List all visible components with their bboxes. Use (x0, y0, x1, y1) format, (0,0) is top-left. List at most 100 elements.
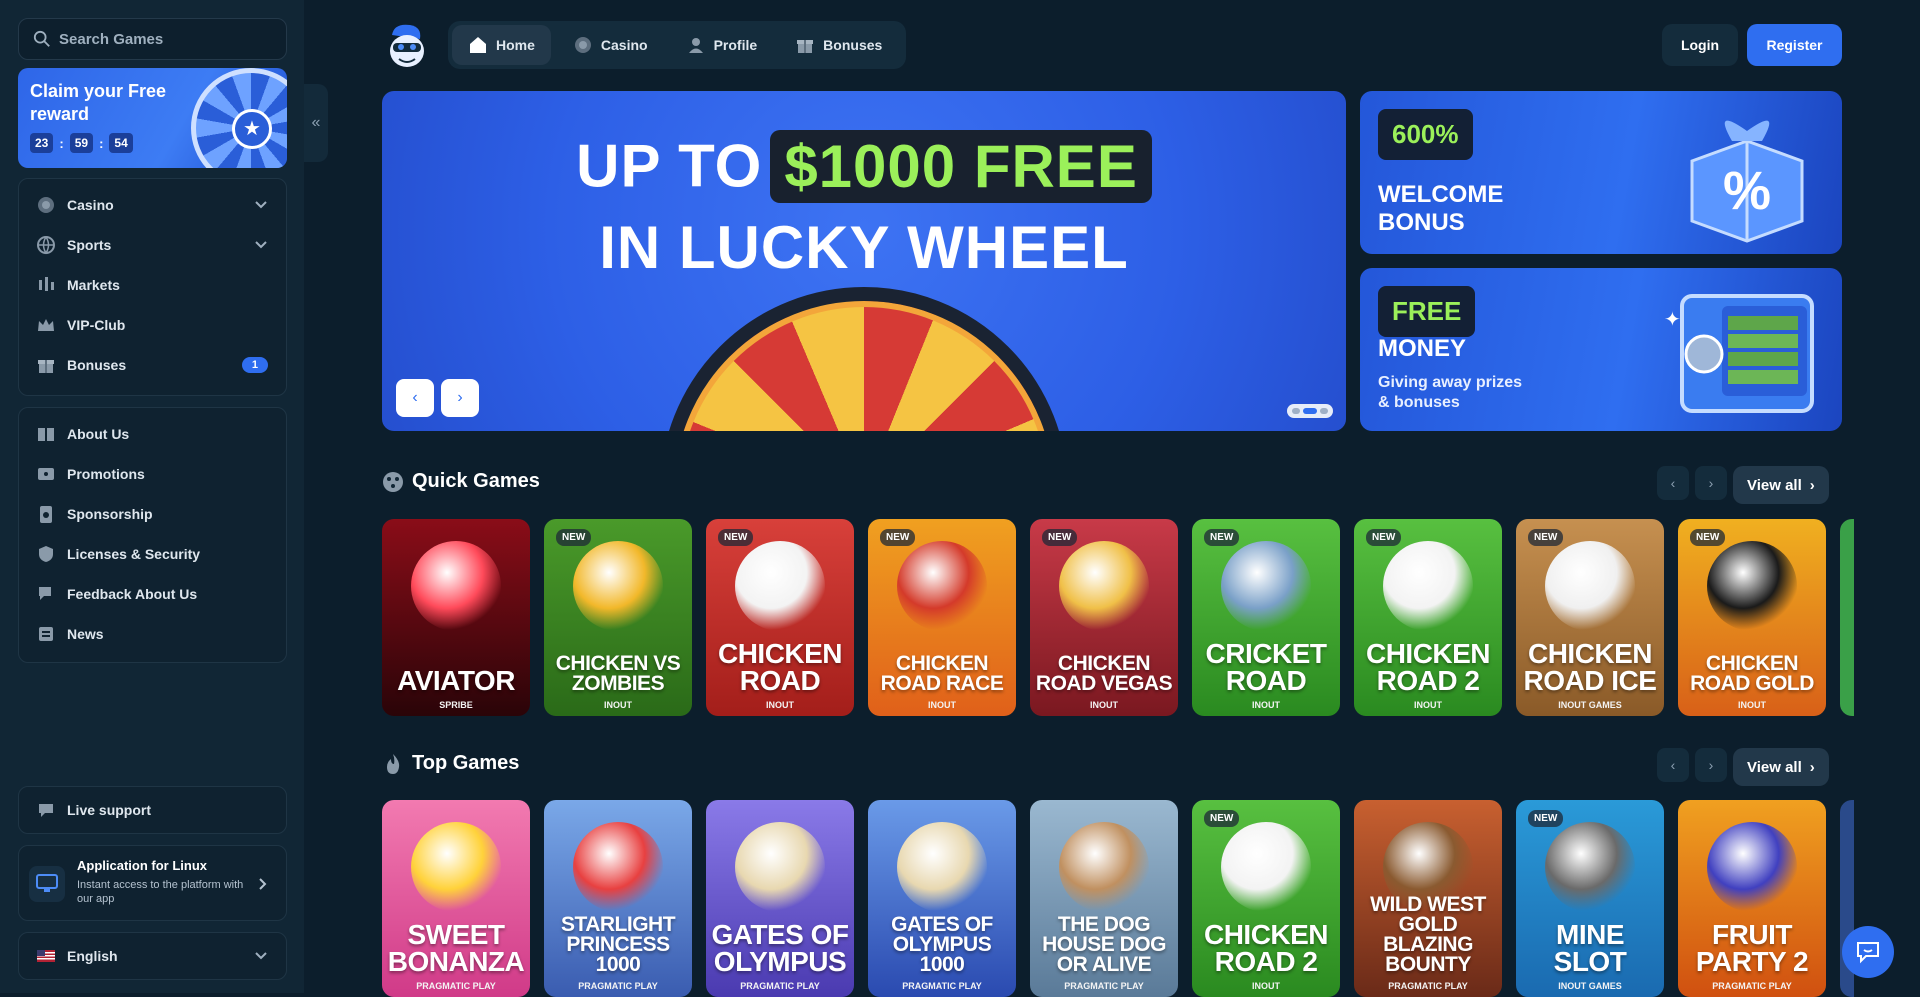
game-card[interactable]: NEW CRICKET ROAD INOUT (1192, 519, 1340, 716)
game-card[interactable]: WILD WEST GOLD BLAZING BOUNTY PRAGMATIC P… (1354, 800, 1502, 997)
sidebar-item-licenses-security[interactable]: Licenses & Security (19, 534, 286, 574)
globe-icon (35, 234, 57, 256)
carousel-dots[interactable] (1287, 404, 1333, 418)
feedback-icon (35, 583, 57, 605)
game-card-peek[interactable] (1840, 519, 1854, 716)
game-card[interactable]: NEW CHICKEN ROAD 2 INOUT (1354, 519, 1502, 716)
quick-games-header: Quick Games (382, 470, 540, 493)
game-provider: INOUT (1090, 700, 1118, 710)
game-card[interactable]: STARLIGHT PRINCESS 1000 PRAGMATIC PLAY (544, 800, 692, 997)
quick-games-next-button[interactable]: › (1695, 466, 1727, 500)
top-games-view-all-button[interactable]: View all › (1733, 748, 1829, 786)
quick-games-view-all-button[interactable]: View all › (1733, 466, 1829, 504)
search-box[interactable] (18, 18, 287, 60)
promo-free-money[interactable]: FREE MONEY Giving away prizes & bonuses … (1360, 268, 1842, 431)
hero-carousel[interactable]: UP TO $1000 FREE IN LUCKY WHEEL (382, 91, 1346, 431)
new-badge: NEW (1690, 529, 1726, 546)
candlestick-icon (35, 274, 57, 296)
game-card[interactable]: NEW CHICKEN ROAD 2 INOUT (1192, 800, 1340, 997)
game-title: CHICKEN ROAD VEGAS (1035, 652, 1173, 695)
game-card[interactable]: NEW MINE SLOT INOUT GAMES (1516, 800, 1664, 997)
hero-next-button[interactable]: › (441, 379, 479, 417)
shield-icon (35, 543, 57, 565)
hero-line1a: UP TO (576, 132, 763, 200)
game-card[interactable]: NEW CHICKEN ROAD GOLD INOUT (1678, 519, 1826, 716)
game-artwork (411, 822, 501, 912)
timer-seconds: 54 (109, 133, 133, 153)
game-provider: PRAGMATIC PLAY (1388, 981, 1468, 991)
sidebar-item-casino[interactable]: Casino (19, 185, 286, 225)
new-badge: NEW (1528, 529, 1564, 546)
promo-tag: FREE (1378, 286, 1476, 337)
game-title: CHICKEN ROAD 2 (1203, 919, 1329, 977)
sidebar-item-about-us[interactable]: About Us (19, 414, 286, 454)
timer-hours: 23 (30, 133, 54, 153)
sidebar-item-label: Sports (67, 237, 112, 253)
top-games-prev-button[interactable]: ‹ (1657, 748, 1689, 782)
game-title: SWEET BONANZA (387, 919, 525, 977)
game-card[interactable]: NEW CHICKEN ROAD RACE INOUT (868, 519, 1016, 716)
game-card[interactable]: NEW CHICKEN ROAD ICE INOUT GAMES (1516, 519, 1664, 716)
ticket-icon (35, 463, 57, 485)
game-card[interactable]: SWEET BONANZA PRAGMATIC PLAY (382, 800, 530, 997)
user-icon (686, 35, 706, 55)
sidebar-item-feedback[interactable]: Feedback About Us (19, 574, 286, 614)
linux-app-banner[interactable]: Application for Linux Instant access to … (18, 845, 287, 921)
gift-box-percent-icon: % (1690, 120, 1804, 243)
top-games-header: Top Games (382, 752, 519, 775)
sidebar-item-promotions[interactable]: Promotions (19, 454, 286, 494)
game-artwork (1707, 541, 1797, 631)
promo-headline: MONEY (1378, 335, 1467, 362)
search-input[interactable] (59, 30, 279, 48)
login-button[interactable]: Login (1662, 24, 1738, 66)
hero-amount: $1000 FREE (770, 129, 1152, 203)
sidebar-item-sports[interactable]: Sports (19, 225, 286, 265)
sidebar-item-news[interactable]: News (19, 614, 286, 654)
gift-icon (35, 354, 57, 376)
tab-casino[interactable]: Casino (557, 25, 664, 65)
site-logo[interactable] (384, 21, 430, 69)
game-card[interactable]: AVIATOR SPRIBE (382, 519, 530, 716)
svg-text:%: % (1723, 161, 1771, 221)
collapse-sidebar-button[interactable]: « (304, 84, 328, 162)
game-artwork (1545, 822, 1635, 912)
game-artwork (897, 541, 987, 631)
main-tabs: Home Casino Profile Bonuses (448, 21, 906, 69)
top-games-next-button[interactable]: › (1695, 748, 1727, 782)
timer-minutes: 59 (69, 133, 94, 153)
game-card[interactable]: GATES OF OLYMPUS 1000 PRAGMATIC PLAY (868, 800, 1016, 997)
promo-welcome-bonus[interactable]: 600% WELCOME BONUS % (1360, 91, 1842, 254)
game-title: CHICKEN ROAD ICE (1523, 638, 1657, 696)
sidebar-item-sponsorship[interactable]: Sponsorship (19, 494, 286, 534)
tab-bonuses[interactable]: Bonuses (779, 25, 898, 65)
game-card[interactable]: GATES OF OLYMPUS PRAGMATIC PLAY (706, 800, 854, 997)
quick-games-prev-button[interactable]: ‹ (1657, 466, 1689, 500)
register-button[interactable]: Register (1747, 24, 1842, 66)
game-provider: INOUT (928, 700, 956, 710)
game-card[interactable]: THE DOG HOUSE DOG OR ALIVE PRAGMATIC PLAY (1030, 800, 1178, 997)
sidebar-item-bonuses[interactable]: Bonuses 1 (19, 345, 286, 385)
hero-prev-button[interactable]: ‹ (396, 379, 434, 417)
game-artwork (573, 822, 663, 912)
game-card[interactable]: NEW CHICKEN VS ZOMBIES INOUT (544, 519, 692, 716)
tab-home[interactable]: Home (452, 25, 551, 65)
chat-fab-button[interactable] (1842, 926, 1894, 978)
tab-profile[interactable]: Profile (670, 25, 774, 65)
sidebar-item-label: VIP-Club (67, 317, 126, 333)
sidebar-item-markets[interactable]: Markets (19, 265, 286, 305)
money-safe-icon: ✦ (1664, 294, 1814, 413)
game-artwork (411, 541, 501, 631)
sidebar-info-nav: About Us Promotions Sponsorship Licenses… (18, 407, 287, 663)
game-card[interactable]: NEW CHICKEN ROAD VEGAS INOUT (1030, 519, 1178, 716)
hero-headline: UP TO $1000 FREE (382, 127, 1346, 203)
game-artwork (1059, 822, 1149, 912)
game-card[interactable]: NEW CHICKEN ROAD INOUT (706, 519, 854, 716)
game-card[interactable]: FRUIT PARTY 2 PRAGMATIC PLAY (1678, 800, 1826, 997)
sidebar-item-vip-club[interactable]: VIP-Club (19, 305, 286, 345)
live-support-button[interactable]: Live support (18, 786, 287, 834)
free-reward-banner[interactable]: Claim your Free reward 23 : 59 : 54 ★ (18, 68, 287, 168)
chevron-down-icon (255, 952, 267, 960)
chevron-right-icon: › (1809, 476, 1815, 494)
language-selector[interactable]: English (18, 932, 287, 980)
section-title: Quick Games (412, 470, 540, 492)
